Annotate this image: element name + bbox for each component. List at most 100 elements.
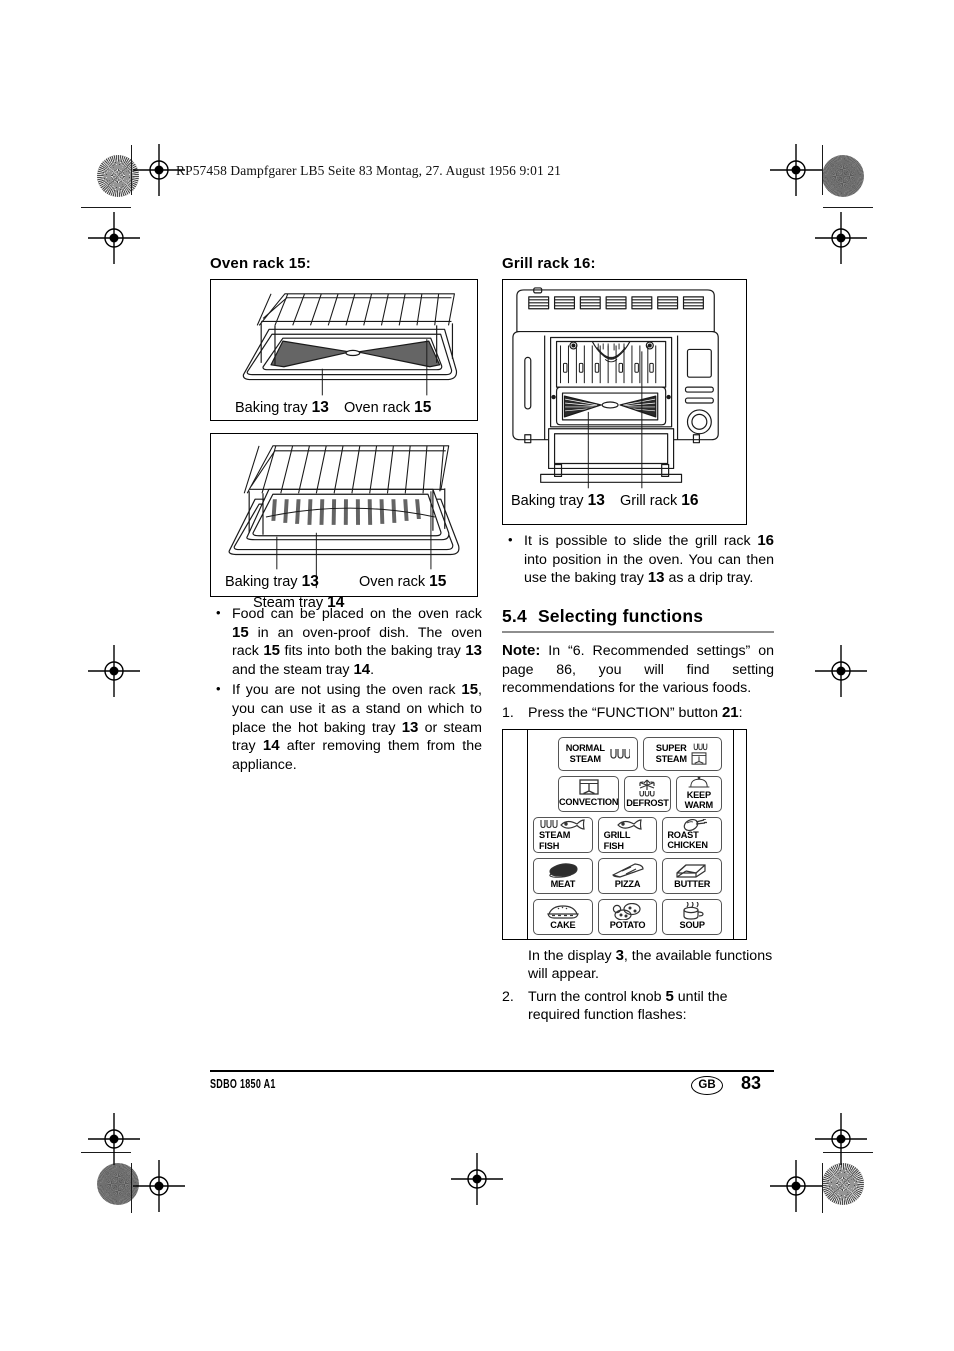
list-item-step2: 2. Turn the control knob 5 until the req…	[502, 988, 774, 1025]
function-keypad: NORMAL STEAM SUPER STEAM CONVECTION DEFR…	[503, 729, 746, 939]
function-key-cake[interactable]: CAKE	[533, 898, 593, 935]
figure-oven-rack-title: Oven rack 15:	[210, 255, 311, 272]
figure-grill-rack-title: Grill rack 16:	[502, 255, 596, 272]
step1-colon: :	[738, 704, 743, 721]
caption-ref-number: 15	[414, 399, 432, 416]
caption-text: Baking tray	[235, 400, 308, 416]
meat-icon	[549, 863, 578, 878]
function-key-normal-steam[interactable]: NORMAL STEAM	[558, 736, 638, 771]
defrost-snowflake-icon	[639, 779, 656, 797]
cloche-icon	[688, 776, 710, 788]
caption-ref-number: 16	[681, 492, 699, 509]
footer-divider-rule	[210, 1070, 774, 1072]
steam-drops-icon	[693, 743, 708, 750]
step1-ref: 21	[721, 703, 739, 721]
trim-line-top-right-v	[822, 145, 824, 195]
figure3-caption-baking-tray: Baking tray 13	[511, 492, 605, 510]
convection-oven-icon	[578, 779, 599, 796]
section-heading: 5.4 Selecting functions	[502, 606, 774, 627]
function-key-keep-warm[interactable]: KEEP WARM	[675, 775, 722, 812]
keypad-right-divider	[733, 729, 734, 939]
function-key-defrost[interactable]: DEFROST	[624, 775, 671, 812]
function-keypad-box: NORMAL STEAM SUPER STEAM CONVECTION DEFR…	[502, 728, 747, 940]
keypad-row-2: CONVECTION DEFROST KEEP WARM	[533, 775, 722, 812]
function-key-super-steam[interactable]: SUPER STEAM	[642, 736, 722, 771]
function-key-butter[interactable]: BUTTER	[662, 857, 723, 894]
keypad-row-3: STEAM FISH GRILL FISH ROAST CHICKEN	[533, 816, 723, 853]
keypad-row-4: MEAT PIZZA BUTTER	[533, 857, 723, 894]
step2-ref: 5	[665, 987, 674, 1005]
keypad-left-divider	[527, 729, 528, 939]
figure2-caption-baking-tray: Baking tray 13	[225, 573, 319, 591]
crosshair-bottom-left-outer	[133, 1160, 185, 1212]
crosshair-top-right	[770, 144, 822, 196]
display-ref: 3	[615, 946, 624, 964]
print-slug-header: RP57458 Dampfgarer LB5 Seite 83 Montag, …	[176, 163, 562, 178]
function-key-pizza[interactable]: PIZZA	[597, 857, 658, 894]
pizza-slice-icon	[611, 863, 644, 878]
function-key-potato[interactable]: POTATO	[597, 898, 658, 935]
rosette-mark-bottom-right	[822, 1163, 864, 1205]
right-bullet-list: • It is possible to slide the grill rack…	[502, 532, 774, 588]
caption-ref-number: 15	[429, 573, 447, 590]
crosshair-bottom-center	[451, 1153, 503, 1205]
potato-icon	[612, 902, 641, 920]
caption-ref-number: 13	[311, 399, 329, 416]
section-number: 5.4	[502, 605, 527, 626]
keypad-grid: NORMAL STEAM SUPER STEAM CONVECTION DEFR…	[533, 736, 723, 935]
figure-oven-rack-box: Baking tray 13 Oven rack 15	[210, 279, 478, 421]
caption-text: Grill rack	[620, 493, 678, 509]
note-paragraph: Note: In “6. Recommended settings” on pa…	[502, 642, 774, 698]
section-title: Selecting functions	[537, 605, 704, 626]
caption-text: Oven rack	[359, 574, 426, 590]
caption-text: Oven rack	[344, 400, 411, 416]
function-key-soup[interactable]: SOUP	[662, 898, 723, 935]
keypad-row-5: CAKE POTATO SOUP	[533, 898, 723, 935]
left-column: Oven rack 15: Baking tray 13 Oven rack 1…	[210, 255, 482, 776]
cake-icon	[547, 905, 579, 919]
list-item: • It is possible to slide the grill rack…	[508, 532, 774, 587]
steam-drops-icon	[610, 748, 630, 759]
caption-ref-number: 13	[301, 573, 319, 590]
footer-page-number: 83	[741, 1073, 762, 1093]
step2-text-a: Turn the control knob	[528, 988, 662, 1005]
list-item-step1: 1. Press the “FUNCTION” button 21:	[502, 704, 774, 723]
crosshair-bottom-left	[88, 1113, 140, 1165]
crosshair-top-left-inner	[88, 212, 140, 264]
list-item: • If you are not using the oven rack 15,…	[216, 681, 483, 773]
note-label: Note:	[502, 642, 541, 660]
crosshair-bottom-right-outer	[770, 1160, 822, 1212]
figure1-caption-baking-tray: Baking tray 13	[235, 399, 329, 417]
crosshair-left-middle	[88, 645, 140, 697]
caption-text: Baking tray	[225, 574, 298, 590]
step-number: 1.	[502, 704, 514, 721]
function-key-meat[interactable]: MEAT	[533, 857, 593, 894]
soup-pot-icon	[683, 902, 704, 921]
note-text: In “6. Recommended settings” on page 86,…	[502, 643, 774, 697]
crosshair-right-middle	[815, 645, 867, 697]
function-key-convection[interactable]: CONVECTION	[558, 775, 620, 812]
display-note-a: In the display	[528, 947, 612, 964]
convection-oven-icon	[691, 751, 707, 765]
butter-block-icon	[676, 864, 706, 878]
figure-oven-rack-steam-tray-box: Baking tray 13 Oven rack 15 Steam tray 1…	[210, 433, 478, 611]
oven-front-view-line-art	[512, 287, 719, 489]
trim-line-bot-right-v	[822, 1163, 824, 1213]
footer-locale-badge: GB	[691, 1076, 723, 1095]
footer-model-number: SDBO 1850 A1	[210, 1077, 276, 1091]
list-item: • Food can be placed on the oven rack 15…	[216, 605, 483, 678]
function-key-roast-chicken[interactable]: ROAST CHICKEN	[662, 816, 723, 853]
steps-list-2: 2. Turn the control knob 5 until the req…	[502, 988, 774, 1025]
crosshair-bottom-right	[815, 1113, 867, 1165]
function-key-grill-fish[interactable]: GRILL FISH	[597, 816, 658, 853]
function-key-steam-fish[interactable]: STEAM FISH	[533, 816, 593, 853]
right-column: Grill rack 16: Baking tray 13 Grill rack…	[502, 255, 774, 1025]
step-number: 2.	[502, 988, 514, 1005]
crosshair-top-right-inner	[815, 212, 867, 264]
display-note-paragraph: In the display 3, the available function…	[502, 947, 774, 984]
caption-text: Baking tray	[511, 493, 584, 509]
rosette-mark-top-right	[822, 155, 864, 197]
keypad-row-1: NORMAL STEAM SUPER STEAM	[533, 736, 722, 771]
trim-line-top-left	[81, 207, 131, 209]
figure1-caption-oven-rack: Oven rack 15	[344, 399, 431, 417]
